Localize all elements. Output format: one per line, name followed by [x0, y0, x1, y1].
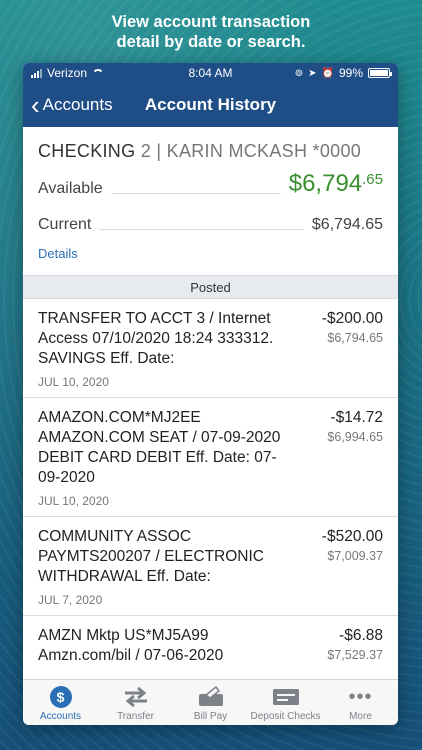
- account-owner: | KARIN MCKASH *0000: [156, 141, 362, 161]
- available-cents: .65: [362, 171, 383, 188]
- transaction-amount: -$6.88: [339, 627, 383, 644]
- current-row: Current $6,794.65: [38, 208, 383, 234]
- transaction-date: JUL 10, 2020: [38, 375, 109, 389]
- transaction-row[interactable]: AMAZON.COM*MJ2EE AMAZON.COM SEAT / 07-09…: [23, 398, 398, 517]
- transfer-arrows-icon: [123, 685, 149, 709]
- available-row: Available $6,794.65: [38, 170, 383, 198]
- status-left: Verizon: [31, 66, 151, 80]
- page-title-text: Account History: [144, 95, 277, 114]
- account-type: CHECKING: [38, 141, 136, 161]
- transaction-description: COMMUNITY ASSOC PAYMTS200207 / ELECTRONI…: [38, 528, 264, 585]
- tab-label: Deposit Checks: [250, 711, 321, 722]
- transaction-row[interactable]: AMZN Mktp US*MJ5A99 Amzn.com/bil / 07-06…: [23, 616, 398, 674]
- transaction-info: AMZN Mktp US*MJ5A99 Amzn.com/bil / 07-06…: [38, 626, 293, 666]
- transaction-amount: -$520.00: [321, 528, 383, 545]
- transaction-amount: -$200.00: [321, 310, 383, 327]
- tab-label: Transfer: [117, 711, 154, 722]
- alarm-icon: ⏰: [321, 67, 334, 79]
- details-link[interactable]: Details: [38, 246, 78, 261]
- transaction-info: TRANSFER TO ACCT 3 / Internet Access 07/…: [38, 309, 293, 389]
- current-label: Current: [38, 216, 92, 233]
- bill-pay-icon: [197, 685, 225, 709]
- transaction-info: COMMUNITY ASSOC PAYMTS200207 / ELECTRONI…: [38, 527, 293, 607]
- tab-label: More: [349, 711, 372, 722]
- leader-line: [99, 229, 304, 230]
- transaction-amount: -$14.72: [330, 409, 383, 426]
- tab-more[interactable]: ••• More: [323, 680, 398, 725]
- dollar-coin-icon: $: [49, 685, 72, 709]
- account-name: CHECKING 2 | KARIN MCKASH *0000: [38, 141, 383, 162]
- section-header-posted: Posted: [23, 275, 398, 299]
- status-time: 8:04 AM: [188, 66, 233, 80]
- running-balance: $7,529.37: [327, 648, 383, 662]
- transaction-amounts: -$6.88 $7,529.37: [293, 626, 383, 666]
- carrier-label: Verizon: [47, 66, 88, 80]
- current-balance: $6,794.65: [311, 216, 383, 233]
- tab-label: Accounts: [39, 711, 82, 722]
- running-balance: $7,009.37: [327, 549, 383, 563]
- chevron-left-icon: ‹: [31, 90, 40, 120]
- back-button[interactable]: ‹ Accounts: [23, 90, 113, 120]
- running-balance: $6,994.65: [327, 430, 383, 444]
- battery-percent: 99%: [338, 66, 363, 80]
- battery-icon: [368, 68, 392, 78]
- tab-accounts[interactable]: $ Accounts: [23, 680, 98, 725]
- available-dollars: $6,794: [288, 170, 363, 197]
- status-bar: Verizon 8:04 AM ⊚ ➤ ⏰ 99%: [23, 63, 398, 83]
- signal-icon: [31, 68, 42, 78]
- transaction-amounts: -$200.00 $6,794.65: [293, 309, 383, 389]
- transaction-info: AMAZON.COM*MJ2EE AMAZON.COM SEAT / 07-09…: [38, 408, 293, 508]
- leader-line: [110, 193, 281, 194]
- promo-headline: View account transaction detail by date …: [0, 12, 422, 52]
- back-label: Accounts: [42, 95, 113, 114]
- transaction-row[interactable]: COMMUNITY ASSOC PAYMTS200207 / ELECTRONI…: [23, 517, 398, 616]
- top-bar: Verizon 8:04 AM ⊚ ➤ ⏰ 99% ‹ Accounts Acc…: [23, 63, 398, 127]
- nav-bar: ‹ Accounts Account History: [23, 83, 398, 127]
- transaction-date: JUL 7, 2020: [38, 593, 103, 607]
- available-label: Available: [38, 180, 103, 197]
- transaction-amounts: -$14.72 $6,994.65: [293, 408, 383, 508]
- more-dots-icon: •••: [348, 685, 373, 708]
- headline-line-2: detail by date or search.: [116, 33, 306, 51]
- transaction-description: TRANSFER TO ACCT 3 / Internet Access 07/…: [38, 310, 274, 367]
- headline-line-1: View account transaction: [111, 13, 311, 31]
- status-right: ⊚ ➤ ⏰ 99%: [270, 66, 392, 80]
- transaction-row[interactable]: TRANSFER TO ACCT 3 / Internet Access 07/…: [23, 299, 398, 398]
- tab-bar: $ Accounts Transfer Bill Pay Deposit Che…: [23, 679, 398, 725]
- transaction-description: AMZN Mktp US*MJ5A99 Amzn.com/bil / 07-06…: [38, 627, 224, 664]
- wifi-icon: [92, 68, 105, 78]
- orientation-lock-icon: ⊚: [294, 67, 304, 79]
- transaction-amounts: -$520.00 $7,009.37: [293, 527, 383, 607]
- running-balance: $6,794.65: [327, 331, 383, 345]
- tab-deposit-checks[interactable]: Deposit Checks: [248, 680, 323, 725]
- available-balance: $6,794.65: [289, 170, 383, 198]
- phone-screen: Verizon 8:04 AM ⊚ ➤ ⏰ 99% ‹ Accounts Acc…: [23, 63, 398, 725]
- transaction-list: TRANSFER TO ACCT 3 / Internet Access 07/…: [23, 299, 398, 674]
- tab-transfer[interactable]: Transfer: [98, 680, 173, 725]
- tab-bill-pay[interactable]: Bill Pay: [173, 680, 248, 725]
- check-card-icon: [272, 685, 300, 709]
- transaction-description: AMAZON.COM*MJ2EE AMAZON.COM SEAT / 07-09…: [38, 409, 281, 486]
- location-icon: ➤: [308, 67, 317, 79]
- account-summary: CHECKING 2 | KARIN MCKASH *0000 Availabl…: [23, 127, 398, 269]
- account-number-suffix: 2: [140, 141, 152, 161]
- tab-label: Bill Pay: [193, 711, 228, 722]
- transaction-date: JUL 10, 2020: [38, 494, 109, 508]
